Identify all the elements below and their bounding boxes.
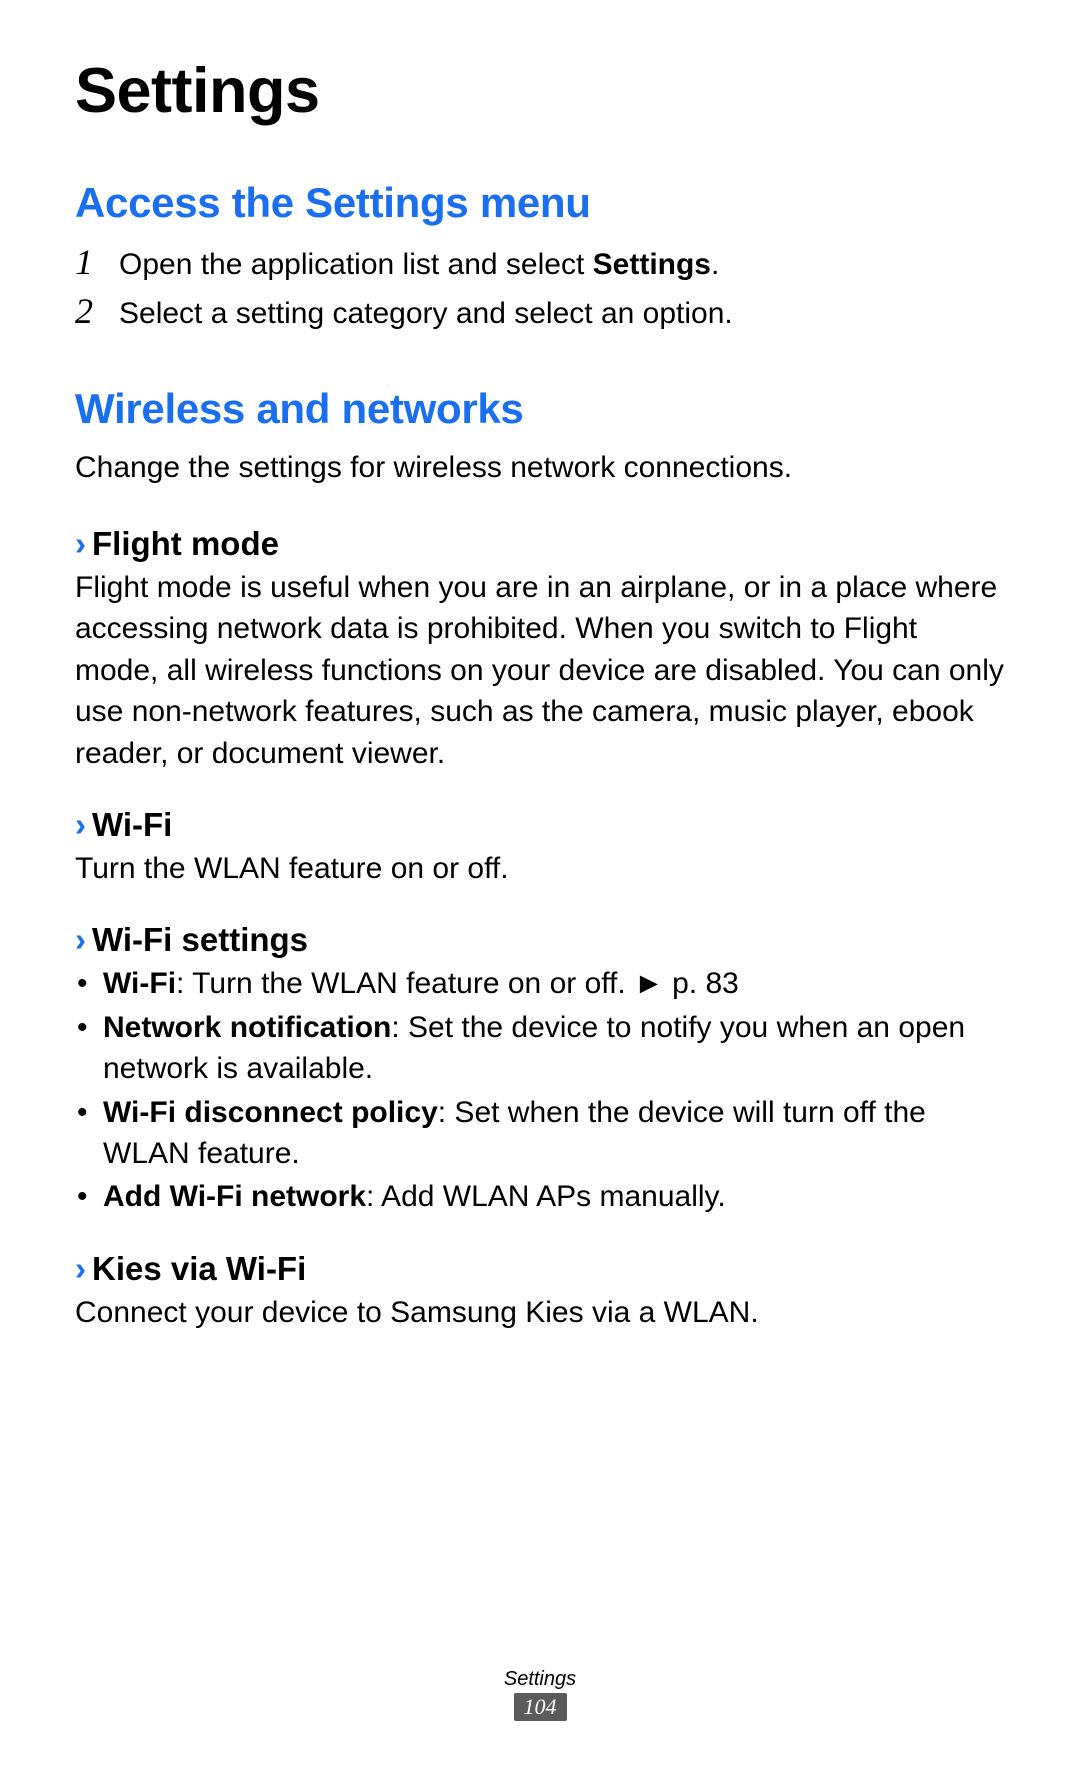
- page-number-badge: 104: [514, 1693, 567, 1721]
- bullet-rest: : Turn the WLAN feature on or off. ► p. …: [176, 967, 739, 1000]
- bullet-icon: •: [75, 963, 103, 1004]
- step-1: 1 Open the application list and select S…: [75, 241, 1005, 286]
- section-heading-wireless: Wireless and networks: [75, 385, 1005, 433]
- bullet-text: Wi-Fi: Turn the WLAN feature on or off. …: [103, 963, 1005, 1004]
- step-text-before: Select a setting category and select an …: [119, 297, 733, 330]
- step-number: 2: [75, 290, 119, 332]
- subsection-body: Turn the WLAN feature on or off.: [75, 848, 1005, 889]
- page-title: Settings: [75, 55, 1005, 127]
- step-text-before: Open the application list and select: [119, 248, 593, 281]
- bullet-bold: Network notification: [103, 1011, 391, 1044]
- bullet-item: • Wi-Fi: Turn the WLAN feature on or off…: [75, 963, 1005, 1004]
- step-text-after: .: [711, 248, 719, 281]
- bullet-item: • Add Wi-Fi network: Add WLAN APs manual…: [75, 1176, 1005, 1217]
- subsection-kies: › Kies via Wi-Fi Connect your device to …: [75, 1250, 1005, 1333]
- numbered-steps: 1 Open the application list and select S…: [75, 241, 1005, 335]
- bullet-bold: Add Wi-Fi network: [103, 1180, 366, 1213]
- subsection-heading: › Wi-Fi settings: [75, 921, 1005, 959]
- subsection-heading: › Flight mode: [75, 525, 1005, 563]
- footer: Settings 104: [0, 1668, 1080, 1721]
- bullet-rest: : Add WLAN APs manually.: [366, 1180, 726, 1213]
- subsection-title: Flight mode: [92, 525, 279, 563]
- bullet-text: Wi-Fi disconnect policy: Set when the de…: [103, 1092, 1005, 1175]
- subsection-wifi-settings: › Wi-Fi settings • Wi-Fi: Turn the WLAN …: [75, 921, 1005, 1217]
- section-heading-access: Access the Settings menu: [75, 179, 1005, 227]
- step-text: Select a setting category and select an …: [119, 293, 733, 335]
- chevron-icon: ›: [75, 525, 86, 563]
- subsection-body: Connect your device to Samsung Kies via …: [75, 1292, 1005, 1333]
- subsection-flight-mode: › Flight mode Flight mode is useful when…: [75, 525, 1005, 774]
- subsection-heading: › Kies via Wi-Fi: [75, 1250, 1005, 1288]
- footer-label: Settings: [0, 1668, 1080, 1691]
- section-desc: Change the settings for wireless network…: [75, 447, 1005, 489]
- bullet-text: Add Wi-Fi network: Add WLAN APs manually…: [103, 1176, 1005, 1217]
- bullet-bold: Wi-Fi: [103, 967, 176, 1000]
- bullet-icon: •: [75, 1007, 103, 1090]
- subsection-heading: › Wi-Fi: [75, 806, 1005, 844]
- bullet-item: • Wi-Fi disconnect policy: Set when the …: [75, 1092, 1005, 1175]
- step-2: 2 Select a setting category and select a…: [75, 290, 1005, 335]
- bullet-text: Network notification: Set the device to …: [103, 1007, 1005, 1090]
- bullet-icon: •: [75, 1176, 103, 1217]
- bullet-item: • Network notification: Set the device t…: [75, 1007, 1005, 1090]
- subsection-title: Kies via Wi-Fi: [92, 1250, 306, 1288]
- subsection-title: Wi-Fi: [92, 806, 172, 844]
- chevron-icon: ›: [75, 806, 86, 844]
- bullet-list: • Wi-Fi: Turn the WLAN feature on or off…: [75, 963, 1005, 1217]
- subsection-title: Wi-Fi settings: [92, 921, 308, 959]
- bullet-icon: •: [75, 1092, 103, 1175]
- step-text-bold: Settings: [593, 248, 711, 281]
- subsection-wifi: › Wi-Fi Turn the WLAN feature on or off.: [75, 806, 1005, 889]
- bullet-bold: Wi-Fi disconnect policy: [103, 1096, 438, 1129]
- chevron-icon: ›: [75, 1250, 86, 1288]
- subsection-body: Flight mode is useful when you are in an…: [75, 567, 1005, 774]
- chevron-icon: ›: [75, 921, 86, 959]
- step-number: 1: [75, 241, 119, 283]
- step-text: Open the application list and select Set…: [119, 244, 719, 286]
